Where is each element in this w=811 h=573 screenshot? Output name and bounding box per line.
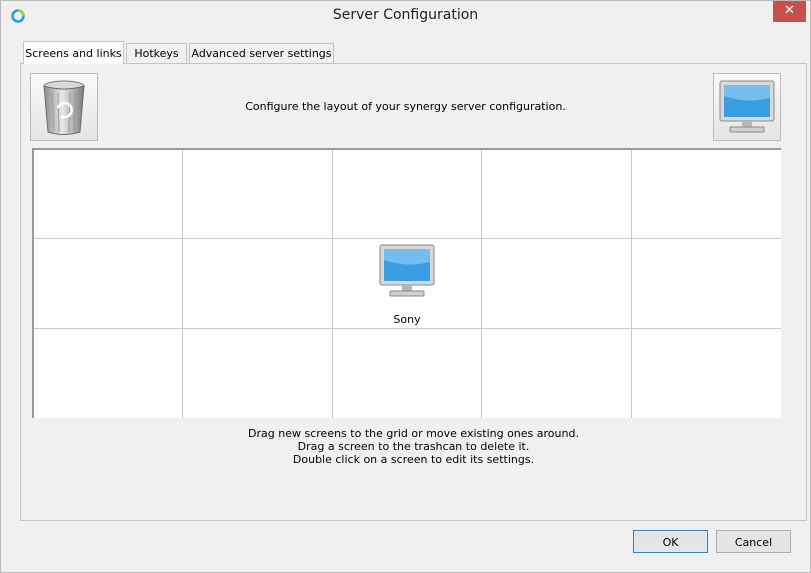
grid-cell[interactable] [482,239,632,329]
help-text: Drag new screens to the grid or move exi… [20,427,807,466]
new-screen-button[interactable] [713,73,781,141]
title-bar: Server Configuration ✕ [1,1,810,31]
grid-cell[interactable] [333,328,483,418]
grid-cell[interactable] [631,239,781,329]
trash-can-icon [43,80,85,135]
grid-cell[interactable]: Sony [332,239,483,329]
grid-cell[interactable] [34,239,184,329]
help-line-edit: Double click on a screen to edit its set… [292,453,535,466]
grid-cell[interactable] [183,150,333,240]
screen-sony[interactable]: Sony [333,243,481,327]
close-button[interactable]: ✕ [773,1,806,22]
grid-cell[interactable] [632,329,781,418]
help-line-drag: Drag new screens to the grid or move exi… [248,427,579,440]
grid-cell[interactable] [183,328,333,418]
help-line-delete: Drag a screen to the trashcan to delete … [297,440,530,453]
monitor-icon [379,244,435,297]
screen-name-label: Sony [393,313,421,327]
grid-cell[interactable] [183,239,333,329]
grid-cell[interactable] [34,150,184,240]
cancel-button[interactable]: Cancel [716,530,791,553]
screen-layout-grid[interactable]: Sony [32,148,781,418]
tab-hotkeys[interactable]: Hotkeys [126,43,187,63]
monitor-icon [719,80,775,133]
grid-cell[interactable] [332,150,483,240]
window-title: Server Configuration [332,7,479,23]
grid-cell[interactable] [34,328,184,418]
tab-advanced-server-settings[interactable]: Advanced server settings [189,43,334,63]
tab-screens-and-links[interactable]: Screens and links [23,41,124,64]
server-configuration-window: Server Configuration ✕ Screens and links… [0,0,811,573]
layout-instruction: Configure the layout of your synergy ser… [245,100,566,113]
ok-button[interactable]: OK [633,530,708,553]
grid-cell[interactable] [631,150,781,240]
grid-cell[interactable] [482,150,632,240]
trash-button[interactable] [30,73,98,141]
grid-cell[interactable] [482,328,632,418]
